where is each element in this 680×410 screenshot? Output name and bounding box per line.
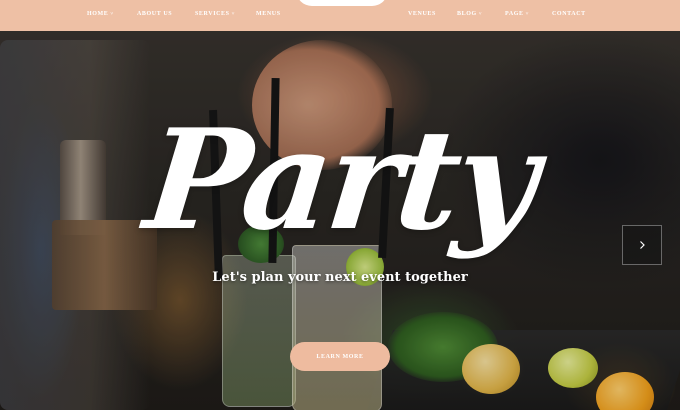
nav-item-label: BLOG: [457, 11, 477, 17]
chevron-right-icon: [640, 241, 645, 249]
nav-item-label: MENUS: [256, 11, 281, 17]
nav-item-menus[interactable]: MENUS: [256, 11, 281, 17]
nav-item-services[interactable]: SERVICES ˅: [195, 11, 235, 17]
nav-item-venues[interactable]: VENUES: [408, 11, 436, 17]
page: HOME ˅ ABOUT US SERVICES ˅ MENUS VENUES BL…: [0, 0, 680, 410]
nav-item-label: HOME: [87, 11, 109, 17]
nav-item-label: VENUES: [408, 11, 436, 17]
chevron-down-icon: ˅: [525, 12, 530, 17]
nav-item-contact[interactable]: CONTACT: [552, 11, 586, 17]
nav-item-label: CONTACT: [552, 11, 586, 17]
nav-item-page[interactable]: PAGE ˅: [505, 11, 529, 17]
nav-item-label: PAGE: [505, 11, 524, 17]
chevron-down-icon: ˅: [110, 12, 114, 17]
learn-more-button[interactable]: LEARN MORE: [290, 342, 390, 371]
nav-item-label: ABOUT US: [137, 11, 173, 17]
chevron-down-icon: ˅: [231, 12, 236, 17]
chevron-down-icon: ˅: [478, 12, 483, 17]
nav-item-home[interactable]: HOME ˅: [87, 11, 114, 17]
hero-tagline: Let's plan your next event together: [212, 270, 468, 285]
logo-badge[interactable]: [296, 0, 388, 6]
nav-item-about-us[interactable]: ABOUT US: [137, 11, 172, 17]
nav-item-blog[interactable]: BLOG ˅: [457, 11, 482, 17]
hero-headline: Party: [138, 98, 542, 261]
nav-item-label: SERVICES: [195, 11, 230, 17]
top-navigation: HOME ˅ ABOUT US SERVICES ˅ MENUS VENUES BL…: [0, 0, 680, 31]
slider-next-button[interactable]: [622, 225, 662, 265]
